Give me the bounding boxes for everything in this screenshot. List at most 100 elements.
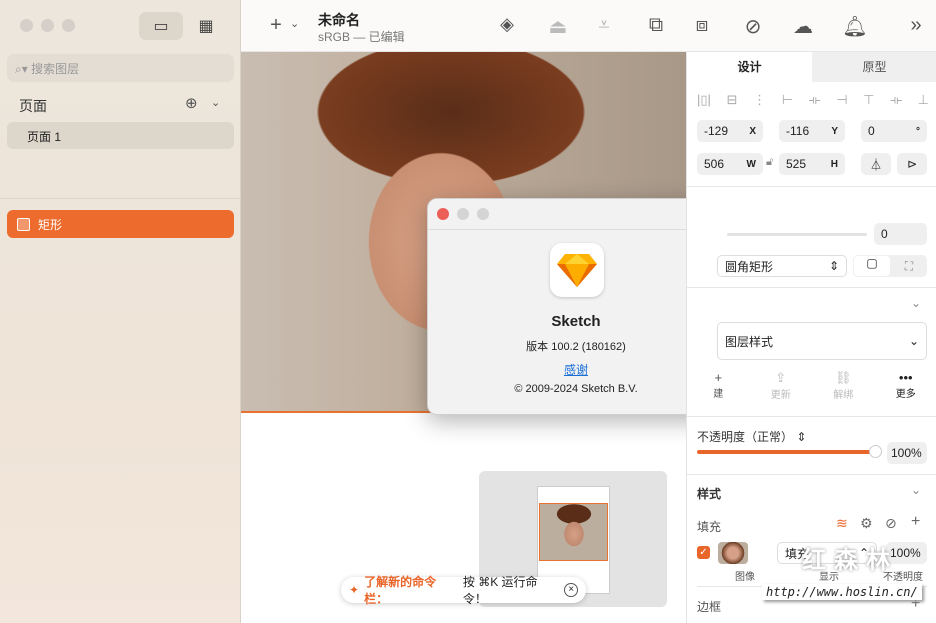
layers-icon[interactable]: ≋	[836, 515, 848, 532]
corner-style-toggle[interactable]: ▢ ⛶	[853, 255, 927, 277]
chevron-down-icon: ⌄	[908, 334, 919, 348]
inspector-panel: 设计 原型 |▯| ⊟ ⋮ ⊢ ⟛ ⊣ ⊤ ⟛ ⊥ -129 X -116 Y 0 ° 506 W 🔓︎…	[686, 52, 936, 623]
align-bottom-icon[interactable]: ⊥	[918, 92, 929, 108]
alignment-toolbar: |▯| ⊟ ⋮ ⊢ ⟛ ⊣ ⊤ ⟛ ⊥	[697, 92, 929, 108]
border-label: 边框	[697, 600, 722, 614]
minimize-window-button[interactable]	[41, 19, 54, 32]
y-field[interactable]: -116 Y	[779, 120, 845, 142]
align-left-icon[interactable]: ⊢	[782, 92, 793, 108]
minimize-dialog-button	[457, 208, 469, 220]
x-field[interactable]: -129 X	[697, 120, 763, 142]
fill-label: 填充	[697, 520, 722, 534]
radius-slider[interactable]	[727, 233, 867, 236]
divider	[687, 474, 936, 475]
page-item[interactable]: 页面 1	[7, 122, 234, 149]
app-name: Sketch	[551, 313, 601, 330]
add-page-icon[interactable]: ⊕	[185, 94, 198, 112]
more-icon[interactable]: ⋮	[753, 92, 766, 108]
zoom-dialog-button	[477, 208, 489, 220]
fill-caption-display: 显示	[819, 572, 839, 583]
tab-design[interactable]: 设计	[687, 52, 812, 82]
distribute-horizontal-icon[interactable]: |▯|	[697, 92, 711, 108]
divider	[697, 586, 927, 587]
gear-icon[interactable]: ⚙	[860, 515, 873, 532]
chevron-down-icon[interactable]: ⌄	[290, 17, 299, 30]
edit-icon[interactable]: ⊘	[740, 14, 766, 39]
opacity-slider-thumb[interactable]	[869, 445, 882, 458]
rotation-field[interactable]: 0 °	[861, 120, 927, 142]
chevron-down-icon[interactable]: ⌄	[911, 483, 921, 497]
flip-vertical-icon[interactable]: ⊳	[897, 153, 927, 175]
divider	[687, 416, 936, 417]
blend-icon[interactable]: ⊘	[885, 515, 897, 532]
grid-view-icon[interactable]: ▦	[184, 12, 228, 40]
zoom-window-button[interactable]	[62, 19, 75, 32]
search-icon: ⌕▾	[15, 62, 32, 76]
height-field[interactable]: 525 H	[779, 153, 845, 175]
opacity-blend-label[interactable]: 不透明度（正常） ⇕	[697, 428, 806, 445]
chevron-down-icon[interactable]: ⌄	[211, 96, 220, 109]
style-section-header: 样式	[697, 487, 722, 501]
rectangle-icon	[17, 217, 30, 231]
toolbar: + ⌄ 未命名 sRGB — 已编辑 ◈ ⏏ ⩡ ⧉ ⧈ ⊘ ☁ 🔔︎ »	[241, 0, 936, 52]
pages-header: 页面	[19, 98, 47, 114]
thanks-link[interactable]: 感谢	[428, 361, 724, 378]
expand-toolbar-icon[interactable]: »	[903, 14, 929, 37]
flip-horizontal-icon[interactable]: ⏃	[861, 153, 891, 175]
chevron-down-icon[interactable]: ⌄	[911, 296, 921, 310]
ellipsis-icon: •••	[898, 370, 913, 385]
align-right-icon[interactable]: ⊣	[836, 92, 847, 108]
corner-type-select[interactable]: 圆角矩形 ⇕	[717, 255, 847, 277]
fill-image-swatch[interactable]	[718, 542, 748, 564]
cloud-icon[interactable]: ☁	[790, 14, 816, 39]
thumbnail-image	[539, 503, 608, 561]
divider	[428, 229, 726, 230]
opacity-field[interactable]: 100%	[887, 442, 927, 464]
copyright: © 2009-2024 Sketch B.V.	[514, 383, 638, 395]
smooth-corner-icon[interactable]: ⛶	[891, 259, 927, 274]
command-bar-hint[interactable]: ✦ 了解新的命令栏： 按 ⌘K 运行命令！ ×	[341, 575, 586, 606]
close-window-button[interactable]	[20, 19, 33, 32]
detach-style-button[interactable]: ⛓ 解绑	[812, 370, 875, 401]
add-border-icon[interactable]: +	[911, 595, 920, 613]
close-dialog-button[interactable]	[437, 208, 449, 220]
document-subtitle: sRGB — 已编辑	[318, 30, 405, 44]
tab-prototype[interactable]: 原型	[812, 52, 936, 82]
move-forward-icon[interactable]: ⏏	[545, 14, 571, 39]
more-button[interactable]: ••• 更多	[875, 370, 936, 401]
mask-icon[interactable]: ⧈	[689, 14, 715, 37]
sparkle-icon: ✦	[349, 583, 360, 597]
fill-caption-image: 图像	[735, 572, 755, 583]
opacity-slider[interactable]	[697, 450, 877, 454]
insert-icon[interactable]: +	[263, 14, 289, 37]
group-icon[interactable]: ⧉	[643, 14, 669, 37]
fill-checkbox[interactable]: ✓	[697, 546, 710, 559]
rounded-corner-icon[interactable]: ▢	[854, 256, 890, 276]
unlink-icon: ⛓	[834, 370, 852, 385]
search-input[interactable]: ⌕▾ 搜索图层	[7, 54, 234, 82]
add-fill-icon[interactable]: +	[911, 513, 920, 531]
width-field[interactable]: 506 W	[697, 153, 763, 175]
fill-caption-opacity: 不透明度	[883, 572, 923, 583]
align-middle-icon[interactable]: ⟛	[890, 92, 902, 108]
fill-type-select[interactable]: 填充 ⌃	[777, 542, 877, 564]
chevron-updown-icon: ⇕	[828, 259, 839, 273]
distribute-vertical-icon[interactable]: ⊟	[727, 92, 738, 108]
fill-opacity-field[interactable]: 100%	[886, 542, 927, 564]
divider	[687, 287, 936, 288]
bell-icon[interactable]: 🔔︎	[842, 14, 868, 39]
upload-icon: ⇪	[775, 370, 787, 385]
align-top-icon[interactable]: ⊤	[863, 92, 874, 108]
move-backward-icon[interactable]: ⩡	[591, 14, 617, 37]
radius-field[interactable]: 0	[874, 223, 927, 245]
symbol-icon[interactable]: ◈	[494, 14, 520, 35]
update-style-button[interactable]: ⇪ 更新	[750, 370, 813, 401]
single-view-icon[interactable]: ▭	[139, 12, 183, 40]
divider	[687, 186, 936, 187]
layer-item[interactable]: 矩形	[7, 210, 234, 238]
layer-style-select[interactable]: 图层样式 ⌄	[717, 322, 927, 360]
align-center-icon[interactable]: ⟛	[809, 92, 821, 108]
create-style-button[interactable]: + 建	[687, 370, 750, 401]
lock-icon[interactable]: 🔓︎	[766, 156, 773, 169]
close-icon[interactable]: ×	[564, 583, 578, 597]
